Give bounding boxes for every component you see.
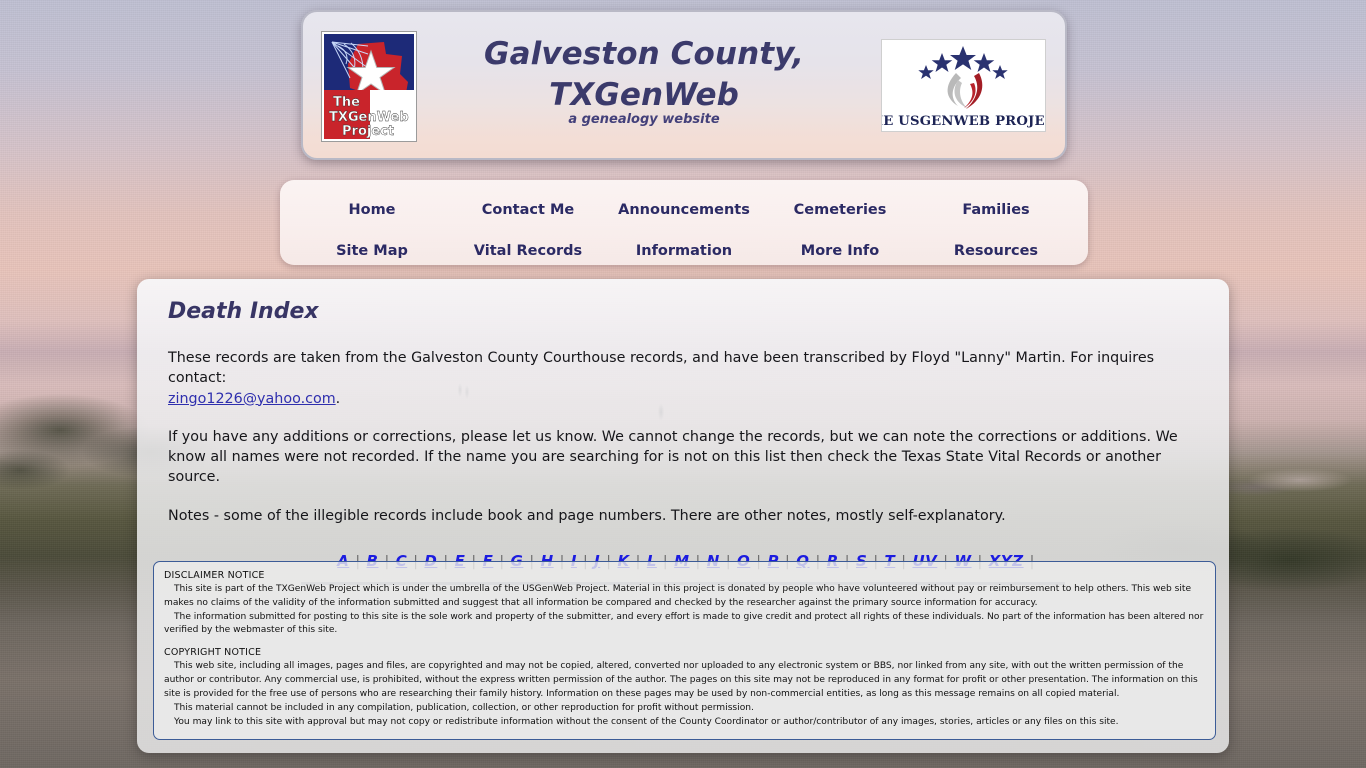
intro-text: These records are taken from the Galvest…	[168, 350, 1155, 387]
nav-item-more-info[interactable]: More Info	[762, 243, 918, 259]
intro-paragraph: These records are taken from the Galvest…	[168, 348, 1213, 409]
nav-item-announcements[interactable]: Announcements	[606, 202, 762, 218]
site-title-line1: Galveston County,	[484, 36, 804, 72]
nav-item-cemeteries[interactable]: Cemeteries	[762, 202, 918, 218]
txgenweb-project-logo[interactable]: The TXGenWeb Project	[322, 32, 416, 141]
site-title-line2: TXGenWeb	[549, 76, 739, 113]
disclaimer-heading: DISCLAIMER NOTICE	[164, 570, 265, 581]
svg-text:THE USGENWEB PROJECT: THE USGENWEB PROJECT	[882, 114, 1045, 129]
contact-email-link[interactable]: zingo1226@yahoo.com	[168, 391, 336, 407]
disclaimer-paragraph-1: This site is part of the TXGenWeb Projec…	[164, 584, 1192, 608]
svg-text:The: The	[333, 95, 360, 110]
nav-item-information[interactable]: Information	[606, 243, 762, 259]
page-title: Death Index	[168, 299, 319, 324]
nav-item-families[interactable]: Families	[918, 202, 1074, 218]
usgenweb-logo-art: THE USGENWEB PROJECT	[882, 40, 1045, 131]
copyright-paragraph-1: This web site, including all images, pag…	[164, 661, 1198, 699]
notice-spacer	[164, 638, 1205, 647]
disclaimer-paragraph-2: The information submitted for posting to…	[164, 611, 1204, 636]
notes-paragraph: Notes - some of the illegible records in…	[168, 507, 1006, 524]
legal-notices-box: DISCLAIMER NOTICE This site is part of t…	[153, 561, 1216, 740]
site-header-banner: The TXGenWeb Project Galveston County, T…	[301, 10, 1067, 160]
nav-item-contact-me[interactable]: Contact Me	[450, 202, 606, 218]
copyright-paragraph-2: This material cannot be included in any …	[174, 702, 754, 713]
nav-item-home[interactable]: Home	[294, 202, 450, 218]
page-root: The TXGenWeb Project Galveston County, T…	[0, 0, 1366, 768]
nav-row-1: Home Contact Me Announcements Cemeteries…	[294, 189, 1074, 230]
nav-item-site-map[interactable]: Site Map	[294, 243, 450, 259]
site-title: Galveston County, TXGenWeb	[423, 34, 865, 116]
svg-text:Project: Project	[342, 124, 394, 139]
nav-item-vital-records[interactable]: Vital Records	[450, 243, 606, 259]
copyright-heading: COPYRIGHT NOTICE	[164, 647, 262, 659]
txgenweb-logo-art: The TXGenWeb Project	[324, 34, 414, 139]
copyright-paragraph-3: You may link to this site with approval …	[174, 716, 1119, 727]
corrections-paragraph: If you have any additions or corrections…	[168, 428, 1178, 486]
intro-period: .	[335, 390, 341, 407]
main-navigation: Home Contact Me Announcements Cemeteries…	[280, 180, 1088, 265]
usgenweb-project-logo[interactable]: THE USGENWEB PROJECT	[881, 39, 1046, 132]
site-subtitle: a genealogy website	[568, 112, 720, 127]
nav-row-2: Site Map Vital Records Information More …	[294, 230, 1074, 271]
svg-text:TXGenWeb: TXGenWeb	[329, 110, 409, 125]
nav-item-resources[interactable]: Resources	[918, 243, 1074, 259]
